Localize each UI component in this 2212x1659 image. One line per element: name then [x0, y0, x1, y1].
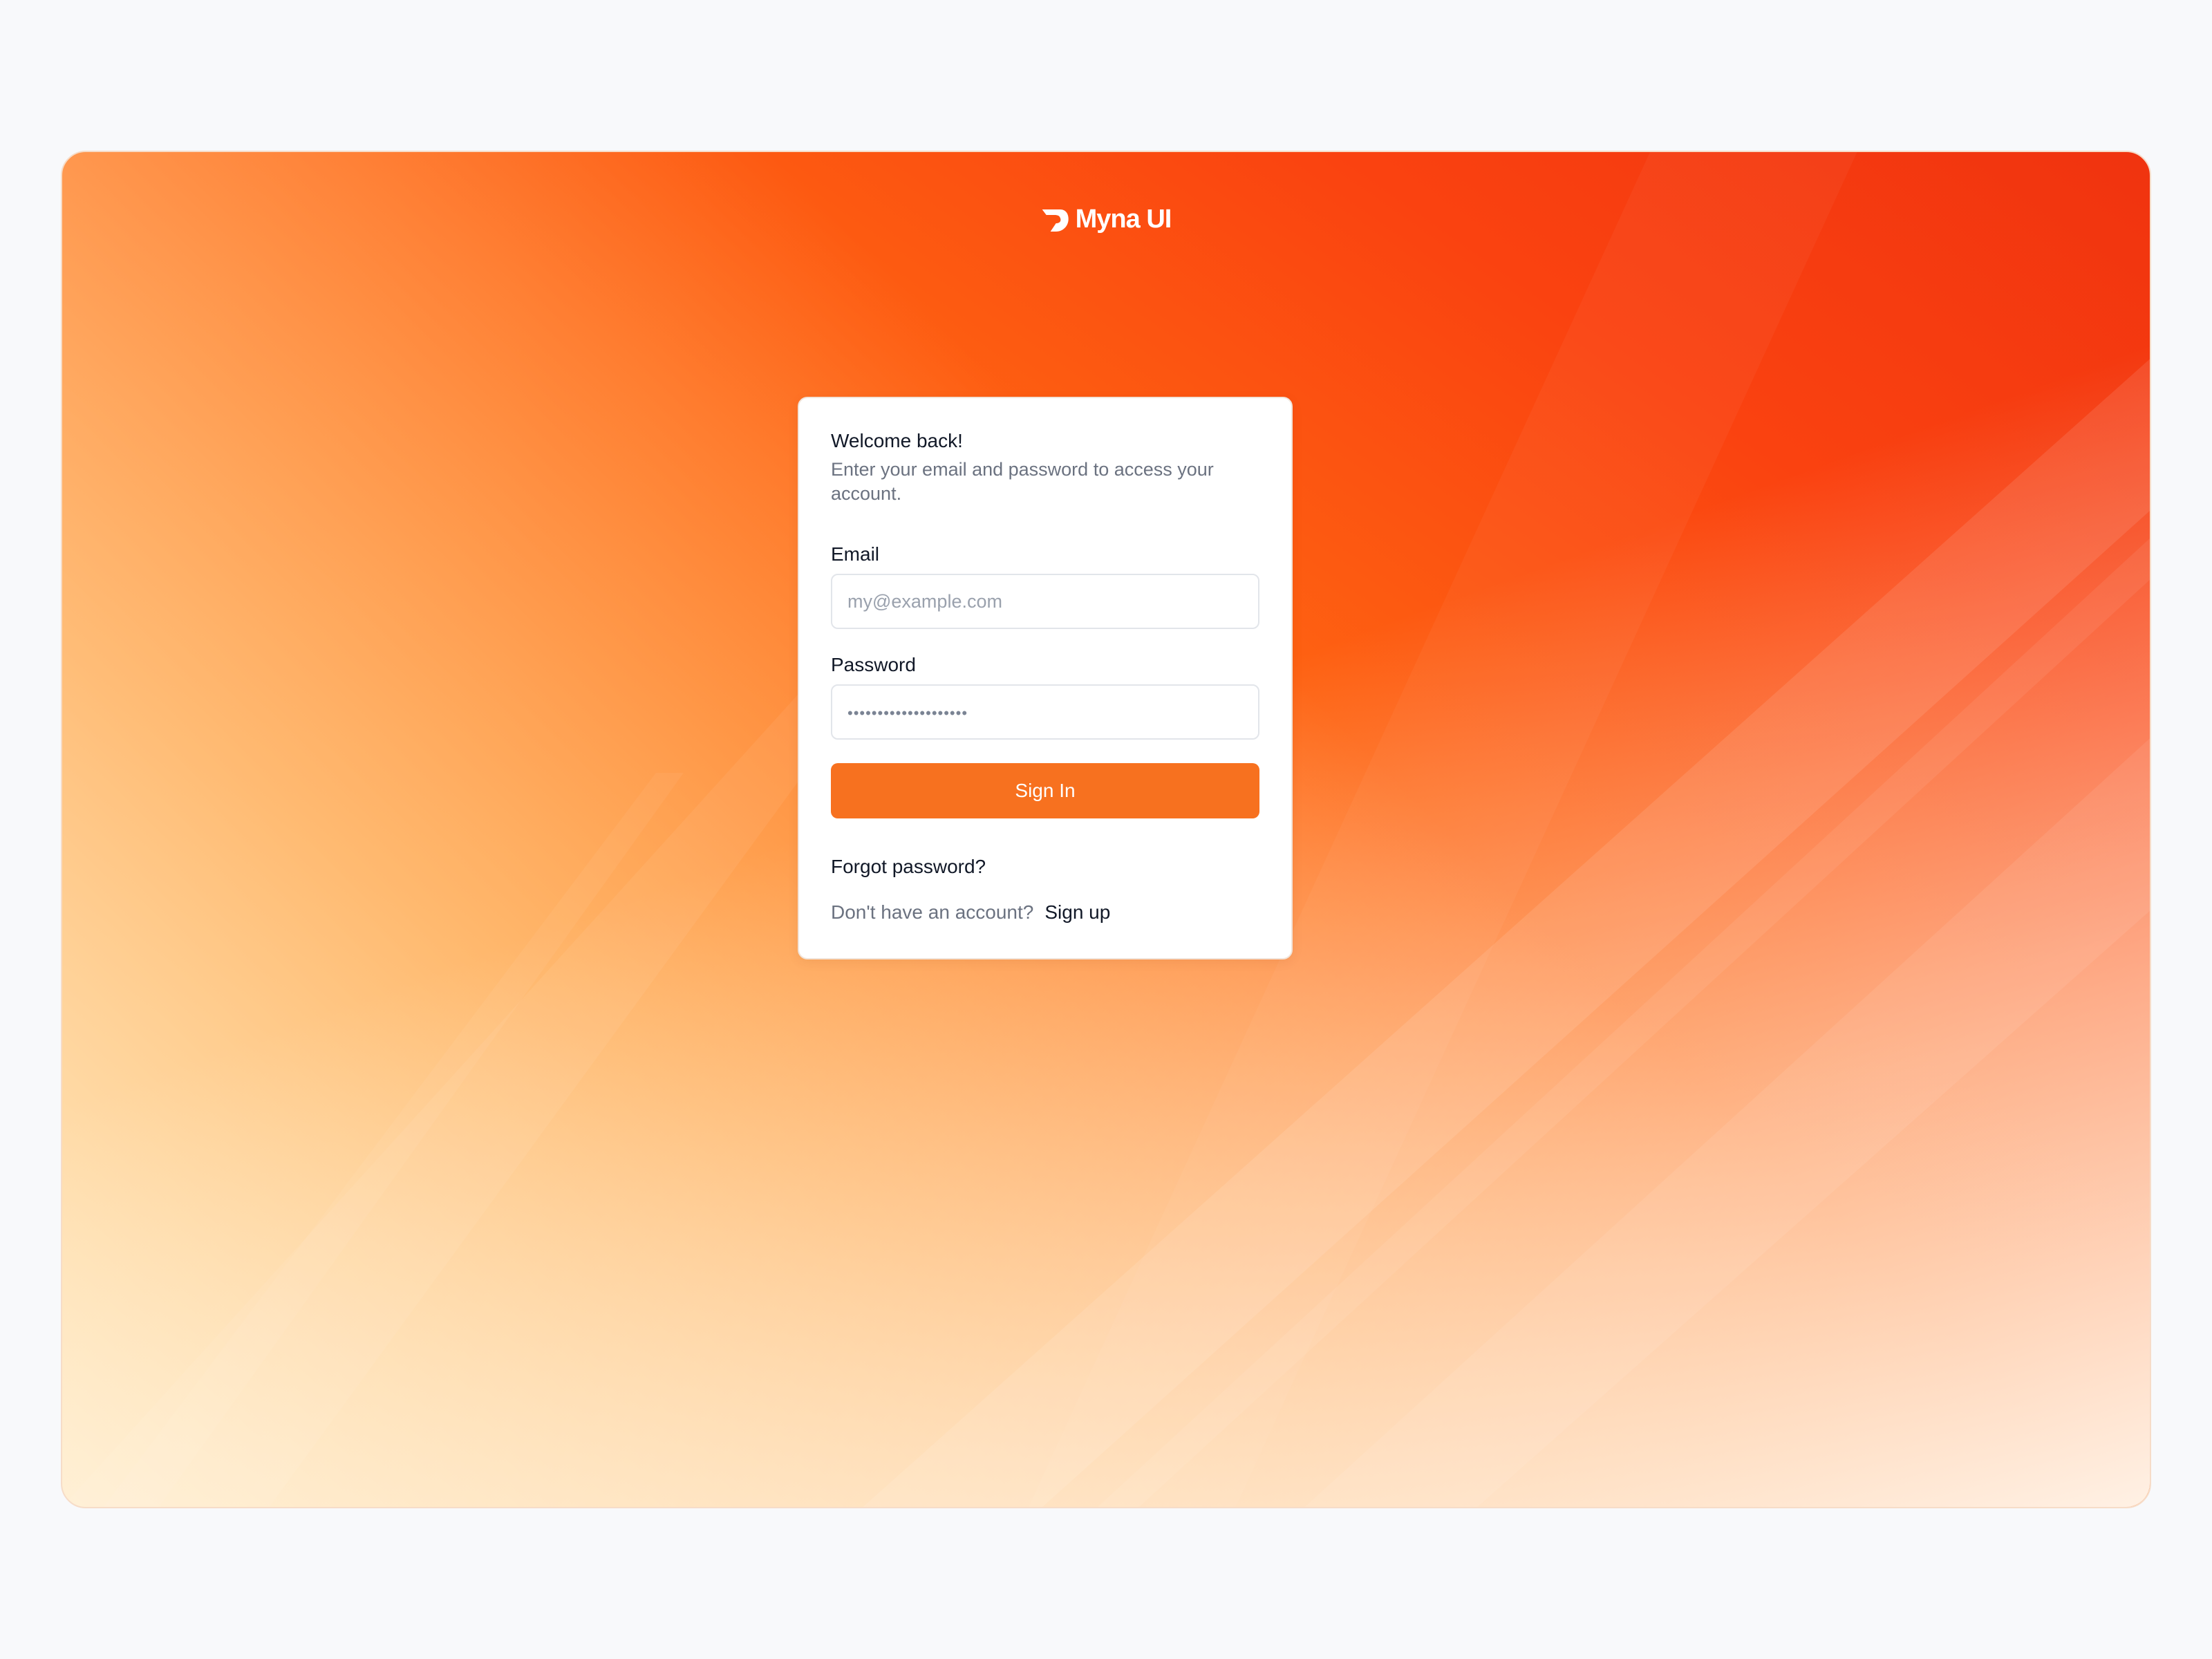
login-card: Welcome back! Enter your email and passw…	[798, 397, 1293, 959]
card-subtitle: Enter your email and password to access …	[831, 459, 1214, 504]
password-input[interactable]	[831, 684, 1259, 740]
email-label: Email	[831, 543, 880, 565]
password-label: Password	[831, 654, 916, 675]
sign-in-button[interactable]: Sign In	[831, 763, 1259, 818]
forgot-password-link[interactable]: Forgot password?	[831, 854, 1259, 879]
signup-row: Don't have an account? Sign up	[831, 900, 1259, 925]
brand[interactable]: Myna UI	[1041, 205, 1172, 234]
myna-logo-icon	[1042, 209, 1069, 232]
email-input[interactable]	[831, 574, 1259, 629]
sign-up-link[interactable]: Sign up	[1044, 900, 1110, 925]
card-title: Welcome back!	[831, 430, 963, 451]
signup-prompt: Don't have an account?	[831, 901, 1034, 923]
brand-name: Myna UI	[1075, 205, 1172, 234]
